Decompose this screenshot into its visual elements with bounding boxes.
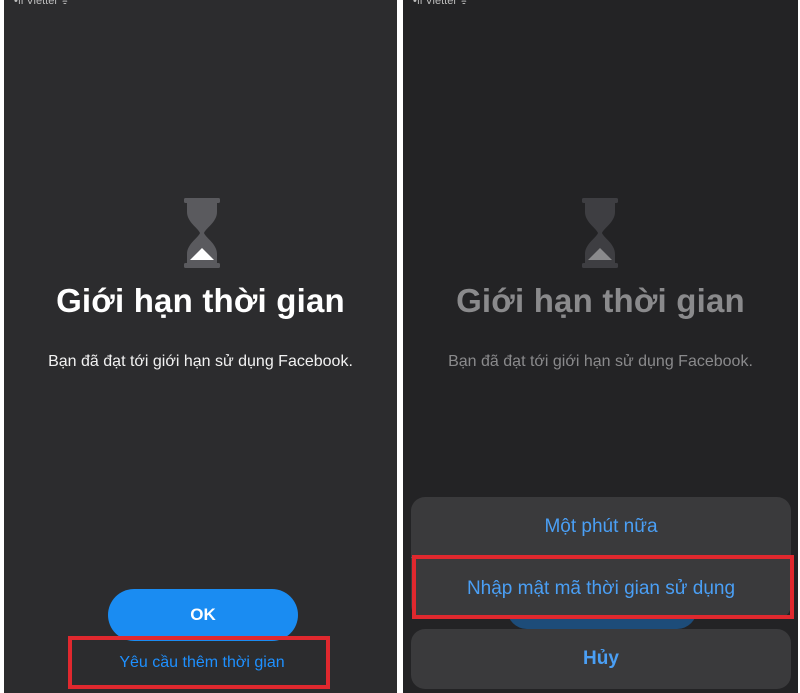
screen-time-action-sheet-screen: •ıl Viettel ᯤ Giới hạn thời gian Bạn đã … (403, 0, 798, 693)
status-bar: •ıl Viettel ᯤ (403, 0, 798, 8)
enter-screen-time-passcode-option[interactable]: Nhập mật mã thời gian sử dụng (411, 558, 791, 619)
limit-message: Bạn đã đạt tới giới hạn sử dụng Facebook… (48, 353, 353, 370)
status-bar: •ıl Viettel ᯤ (4, 0, 397, 8)
page-title: Giới hạn thời gian (456, 282, 745, 319)
hourglass-icon (582, 198, 618, 268)
action-sheet: Một phút nữa Nhập mật mã thời gian sử dụ… (411, 497, 791, 619)
screen-time-limit-screen: •ıl Viettel ᯤ Giới hạn thời gian Bạn đã … (4, 0, 397, 693)
carrier-label: •ıl Viettel ᯤ (14, 0, 70, 7)
ok-button[interactable]: OK (108, 589, 298, 641)
request-more-time-link[interactable]: Yêu cầu thêm thời gian (74, 638, 330, 688)
one-minute-more-option[interactable]: Một phút nữa (411, 497, 791, 557)
cancel-button[interactable]: Hủy (411, 629, 791, 689)
page-title: Giới hạn thời gian (56, 282, 345, 319)
hourglass-icon (184, 198, 220, 268)
carrier-label: •ıl Viettel ᯤ (413, 0, 469, 7)
limit-message: Bạn đã đạt tới giới hạn sử dụng Facebook… (448, 353, 753, 370)
